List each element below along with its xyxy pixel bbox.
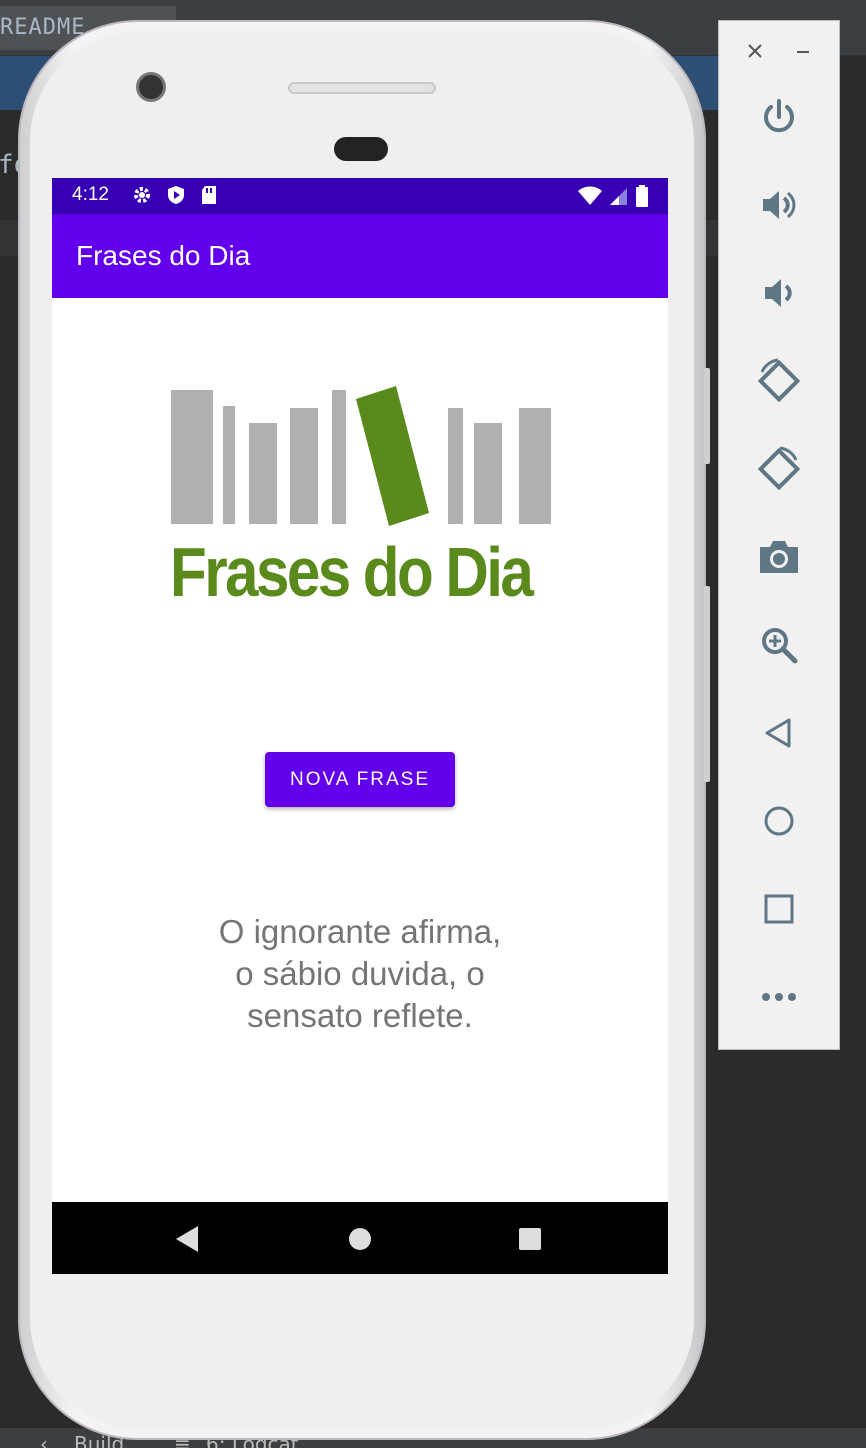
books-logo-icon [171,386,551,526]
wifi-icon [578,186,602,205]
status-left-icons [132,185,218,205]
navigation-bar [52,1202,668,1274]
volume-up-button[interactable] [749,175,809,235]
phone-side-button [704,368,710,464]
camera-icon [760,541,798,573]
screenshot-button[interactable] [749,527,809,587]
quote-line: o sábio duvida, o [235,955,485,992]
phone-volume-button [704,586,710,782]
overview-icon [764,894,794,924]
home-icon [764,806,794,836]
quote-text: O ignorante afirma, o sábio duvida, o se… [152,911,568,1037]
settings-icon [134,187,150,203]
more-icon [762,993,796,1001]
nav-overview-icon[interactable] [519,1228,541,1250]
nav-back-icon[interactable] [176,1226,200,1252]
nova-frase-button[interactable]: NOVA FRASE [265,752,455,807]
nav-home-icon[interactable] [349,1228,371,1250]
app-bar: Frases do Dia [52,214,668,298]
status-time: 4:12 [72,184,109,205]
app-title: Frases do Dia [76,240,251,271]
phone-screen: 4:12 Frases do Dia Frases do Dia NOVA FR… [52,178,668,1274]
rotate-right-icon [757,446,801,491]
quote-line: O ignorante afirma, [218,913,502,950]
signal-icon [610,188,627,205]
rotate-left-icon [757,358,801,403]
speaker-grille [288,82,436,94]
emulator-window-controls [719,39,839,63]
volume-up-icon [763,191,796,219]
volume-down-button[interactable] [749,263,809,323]
quote-line: sensato reflete. [247,997,473,1034]
emulator-back-button[interactable] [749,703,809,763]
volume-down-icon [765,279,792,307]
play-protect-icon [168,186,184,204]
status-bar: 4:12 [52,178,668,214]
emulator-more-button[interactable] [749,967,809,1027]
rotate-right-button[interactable] [749,439,809,499]
back-icon [765,718,791,748]
zoom-button[interactable] [749,615,809,675]
earpiece [334,137,388,161]
emulator-home-button[interactable] [749,791,809,851]
power-icon [764,99,794,133]
zoom-icon [762,628,798,664]
close-icon[interactable] [747,43,763,59]
power-button[interactable] [749,87,809,147]
emulator-toolbar [718,20,840,1050]
status-right-icons [578,185,648,207]
minimize-icon[interactable] [795,43,811,59]
logo-text: Frases do Dia [170,533,534,611]
rotate-left-button[interactable] [749,351,809,411]
sd-card-icon [202,186,216,204]
frases-logo: Frases do Dia [170,386,552,611]
battery-icon [636,185,648,207]
emulator-overview-button[interactable] [749,879,809,939]
front-camera [136,72,166,102]
ide-build-arrow-icon: ‹ [40,1432,48,1448]
